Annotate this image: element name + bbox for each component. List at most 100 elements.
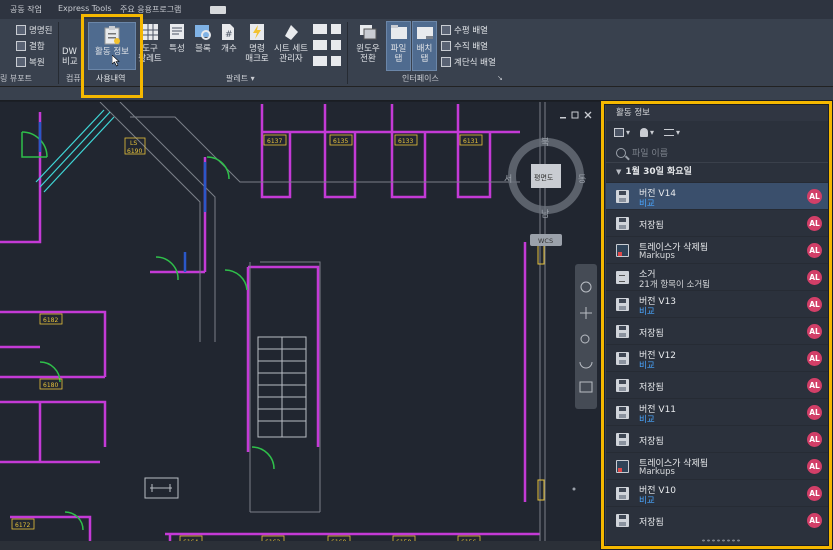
room-label-ls: LS: [130, 140, 137, 147]
room-label-6172: 6172: [15, 522, 30, 529]
activity-item[interactable]: 버전 V13 비교 AL: [606, 290, 828, 317]
save-icon: [616, 190, 629, 203]
named-views-button[interactable]: 명명된: [16, 24, 52, 36]
drawing-canvas[interactable]: 6137 6135 6133 6131 LS 6190 6182 6180 61…: [0, 102, 600, 550]
tile-horizontally-button[interactable]: 수평 배열: [441, 24, 488, 36]
user-icon: [640, 127, 649, 137]
history-group-label: 사용내역: [96, 74, 126, 83]
tab-express-tools[interactable]: Express Tools: [58, 4, 112, 13]
tab-featured-apps[interactable]: 주요 응용프로그램: [120, 4, 181, 15]
restore-window-icon[interactable]: [571, 111, 579, 119]
viewcube-east[interactable]: 동: [578, 174, 586, 185]
purge-icon: [616, 271, 629, 284]
sheet-set-manager-button[interactable]: 시트 세트 관리자: [274, 22, 308, 64]
activity-item[interactable]: 버전 V14 비교 AL: [606, 182, 828, 209]
properties-button[interactable]: 특성: [166, 22, 188, 54]
activity-item[interactable]: 저장됨 AL: [606, 209, 828, 236]
cascade-button[interactable]: 계단식 배열: [441, 56, 496, 68]
activity-item[interactable]: 버전 V11 비교 AL: [606, 398, 828, 425]
sort-menu[interactable]: ▾: [664, 128, 680, 137]
viewport-window-controls[interactable]: [560, 111, 592, 119]
list-icon: [664, 128, 675, 136]
activity-item[interactable]: 트레이스가 삭제됨 Markups AL: [606, 236, 828, 263]
file-search-box[interactable]: 파일 이름: [606, 143, 828, 163]
lightning-icon: [250, 24, 264, 40]
palette-small-icon-5[interactable]: [331, 40, 341, 50]
avatar: AL: [807, 243, 822, 258]
command-macros-button[interactable]: 명령 매크로: [244, 22, 270, 64]
palette-small-icon-4[interactable]: [331, 24, 341, 34]
search-input[interactable]: 파일 이름: [632, 146, 668, 159]
activity-item-detail: 21개 항목이 소거됨: [639, 280, 710, 290]
dialog-launcher-icon[interactable]: ↘: [497, 74, 503, 82]
ribbon-panel-labels: [0, 87, 833, 101]
room-label-6180: 6180: [43, 382, 58, 389]
room-label-6135: 6135: [333, 138, 348, 145]
viewcube-south[interactable]: 남: [541, 209, 549, 220]
activity-item[interactable]: 버전 V10 비교 AL: [606, 479, 828, 506]
activity-insights-panel: 활동 정보 ▾ ▾ ▾ 파일 이름 ▼ 1월 30일 화요일 버전 V14 비교 AL…: [605, 105, 828, 545]
activity-item-title: 저장됨: [639, 437, 664, 447]
save-icon: [616, 406, 629, 419]
minimize-icon[interactable]: [560, 117, 566, 119]
palettes-group-label[interactable]: 팔레트 ▾: [226, 73, 255, 84]
list-view-icon: [614, 127, 624, 137]
room-label-6182: 6182: [43, 317, 58, 324]
activity-item[interactable]: 소거 21개 항목이 소거됨 AL: [606, 263, 828, 290]
tab-overflow-icon[interactable]: [210, 6, 226, 14]
activity-item-title: 저장됨: [639, 221, 664, 231]
restore-button[interactable]: 복원: [16, 56, 45, 68]
palette-small-icon-6[interactable]: [331, 56, 341, 66]
compare-link[interactable]: 비교: [639, 494, 655, 506]
activity-item[interactable]: 저장됨 AL: [606, 425, 828, 452]
horizontal-scrollbar[interactable]: [0, 541, 600, 550]
compare-group-label: 컴퓨: [66, 74, 81, 83]
count-button[interactable]: # 개수: [218, 22, 240, 54]
viewcube-north[interactable]: 북: [541, 137, 549, 148]
activity-toolbar: ▾ ▾ ▾: [606, 121, 828, 143]
layout-tabs-toggle[interactable]: 배치 탭: [412, 21, 437, 71]
avatar: AL: [807, 432, 822, 447]
avatar: AL: [807, 270, 822, 285]
dwg-compare-button[interactable]: DW 비교: [62, 47, 84, 67]
save-icon: [616, 514, 629, 527]
palette-small-icon-3[interactable]: [313, 56, 327, 66]
activity-item-title: 저장됨: [639, 329, 664, 339]
viewcube-west[interactable]: 서: [504, 174, 512, 185]
avatar: AL: [807, 324, 822, 339]
compare-link[interactable]: 비교: [639, 305, 655, 317]
user-filter[interactable]: ▾: [640, 127, 654, 137]
close-icon[interactable]: [584, 111, 592, 119]
blocks-icon: [195, 25, 211, 40]
compare-link[interactable]: 비교: [639, 413, 655, 425]
palette-small-icon-1[interactable]: [313, 24, 327, 34]
tile-vertically-button[interactable]: 수직 배열: [441, 40, 488, 52]
activity-item[interactable]: 저장됨 AL: [606, 317, 828, 344]
switch-windows-button[interactable]: 윈도우 전환: [354, 22, 382, 64]
floor-plan-drawing: 6137 6135 6133 6131 LS 6190 6182 6180 61…: [0, 102, 597, 550]
tab-collaborate[interactable]: 공동 작업: [10, 4, 42, 15]
sheet-set-icon: [285, 25, 298, 40]
compare-link[interactable]: 비교: [639, 359, 655, 371]
avatar: AL: [807, 405, 822, 420]
activity-panel-title: 활동 정보: [606, 105, 828, 121]
navigation-bar[interactable]: [575, 264, 597, 409]
save-icon: [616, 217, 629, 230]
blocks-button[interactable]: 블록: [192, 22, 214, 54]
avatar: AL: [807, 378, 822, 393]
tool-palettes-button[interactable]: 도구 팔레트: [138, 22, 162, 64]
activity-type-filter[interactable]: ▾: [614, 127, 630, 137]
activity-item[interactable]: 트레이스가 삭제됨 Markups AL: [606, 452, 828, 479]
palette-small-icon-2[interactable]: [313, 40, 327, 50]
panel-resize-grip[interactable]: [701, 539, 741, 542]
join-button[interactable]: 결합: [16, 40, 45, 52]
activity-item[interactable]: 저장됨 AL: [606, 371, 828, 398]
activity-item[interactable]: 버전 V12 비교 AL: [606, 344, 828, 371]
file-tabs-toggle[interactable]: 파일 탭: [386, 21, 411, 71]
wcs-label: WCS: [538, 237, 553, 245]
date-group-header[interactable]: ▼ 1월 30일 화요일: [606, 163, 828, 182]
activity-item[interactable]: 저장됨 AL: [606, 506, 828, 533]
properties-icon: [170, 24, 184, 39]
mouse-cursor-icon: [112, 55, 120, 67]
compare-link[interactable]: 비교: [639, 197, 655, 209]
